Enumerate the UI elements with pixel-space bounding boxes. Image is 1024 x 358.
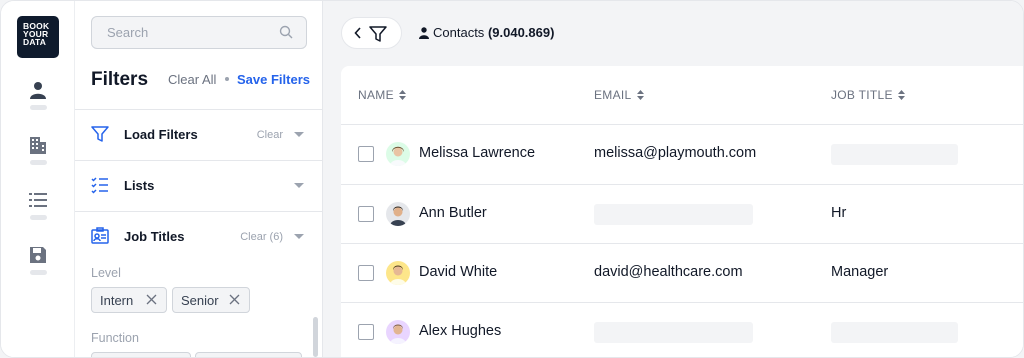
- sort-icon[interactable]: [398, 90, 406, 100]
- search-box: [91, 16, 307, 49]
- funnel-icon: [91, 126, 109, 142]
- search-icon[interactable]: [279, 25, 293, 39]
- filters-title: Filters: [91, 69, 149, 90]
- rail-label-placeholder: [30, 105, 47, 110]
- contact-job-title: Hr: [831, 205, 847, 221]
- person-icon: [419, 27, 429, 39]
- email-placeholder: [594, 322, 753, 343]
- rail-label-placeholder: [30, 215, 47, 220]
- section-clear-button[interactable]: Clear: [257, 129, 283, 141]
- chip-intern[interactable]: Intern: [91, 287, 167, 313]
- funnel-icon: [369, 26, 387, 42]
- app-frame: BOOK YOUR DATA Search Filters Clear All …: [0, 0, 1024, 358]
- scrollbar[interactable]: [313, 317, 318, 357]
- column-header-name[interactable]: NAME: [358, 88, 406, 102]
- avatar: [386, 202, 410, 226]
- rail-label-placeholder: [30, 160, 47, 165]
- contacts-count: Contacts (9.040.869): [419, 25, 554, 40]
- avatar: [386, 320, 410, 344]
- chip[interactable]: [195, 352, 302, 357]
- list-icon: [26, 189, 50, 211]
- table-row[interactable]: David White david@healthcare.com Manager: [341, 243, 1023, 302]
- close-icon[interactable]: [229, 294, 240, 305]
- contacts-main: Contacts (9.040.869) NAME EMAIL JOB TITL…: [323, 1, 1023, 357]
- logo-line: DATA: [23, 37, 47, 47]
- column-label: NAME: [358, 88, 394, 102]
- save-filters-link[interactable]: Save Filters: [237, 72, 310, 87]
- section-label: Load Filters: [124, 127, 198, 142]
- contact-name: David White: [419, 264, 498, 280]
- column-label: EMAIL: [594, 88, 632, 102]
- table-row[interactable]: Ann Butler Hr: [341, 184, 1023, 243]
- column-header-email[interactable]: EMAIL: [594, 88, 644, 102]
- email-placeholder: [594, 204, 753, 225]
- section-job-titles[interactable]: Job Titles Clear (6): [75, 211, 323, 262]
- rail-item-lists[interactable]: [26, 189, 50, 229]
- contact-email: melissa@playmouth.com: [594, 145, 757, 161]
- chip-senior[interactable]: Senior: [172, 287, 250, 313]
- sort-icon[interactable]: [897, 90, 905, 100]
- section-label: Lists: [124, 178, 155, 193]
- contacts-label: Contacts: [433, 25, 485, 40]
- section-load-filters[interactable]: Load Filters Clear: [75, 109, 323, 160]
- save-icon: [26, 244, 50, 266]
- contact-name: Ann Butler: [419, 205, 487, 221]
- chevron-down-icon[interactable]: [294, 234, 304, 239]
- search-input[interactable]: [92, 17, 272, 48]
- column-label: JOB TITLE: [831, 88, 893, 102]
- building-icon: [26, 134, 50, 156]
- id-card-icon: [91, 227, 109, 244]
- row-checkbox[interactable]: [358, 324, 374, 340]
- avatar: [386, 142, 410, 166]
- section-label: Job Titles: [124, 229, 185, 244]
- person-icon: [26, 79, 50, 101]
- row-checkbox[interactable]: [358, 146, 374, 162]
- column-header-job-title[interactable]: JOB TITLE: [831, 88, 905, 102]
- chip[interactable]: [91, 352, 191, 357]
- rail-item-contacts[interactable]: [26, 79, 50, 119]
- separator-dot: [225, 77, 229, 81]
- contact-name: Alex Hughes: [419, 323, 502, 339]
- contact-email: david@healthcare.com: [594, 264, 743, 280]
- section-clear-button[interactable]: Clear (6): [240, 231, 283, 243]
- chevron-left-icon: [354, 27, 361, 39]
- job-title-placeholder: [831, 322, 958, 343]
- contact-job-title: Manager: [831, 264, 889, 280]
- icon-rail: BOOK YOUR DATA: [1, 1, 75, 357]
- contacts-total: (9.040.869): [487, 25, 555, 40]
- table-row[interactable]: Alex Hughes: [341, 302, 1023, 357]
- section-lists[interactable]: Lists: [75, 160, 323, 211]
- chip-label: Senior: [181, 293, 219, 308]
- avatar: [386, 261, 410, 285]
- checklist-icon: [91, 177, 108, 194]
- row-checkbox[interactable]: [358, 206, 374, 222]
- clear-all-link[interactable]: Clear All: [168, 72, 216, 87]
- rail-item-companies[interactable]: [26, 134, 50, 174]
- rail-label-placeholder: [30, 270, 47, 275]
- table-row[interactable]: Melissa Lawrence melissa@playmouth.com: [341, 125, 1023, 184]
- contact-name: Melissa Lawrence: [419, 145, 536, 161]
- row-checkbox[interactable]: [358, 265, 374, 281]
- rail-item-saved[interactable]: [26, 244, 50, 284]
- chevron-down-icon[interactable]: [294, 132, 304, 137]
- book-your-data-logo[interactable]: BOOK YOUR DATA: [17, 16, 59, 58]
- sort-icon[interactable]: [636, 90, 644, 100]
- toggle-filters-button[interactable]: [341, 17, 402, 49]
- contacts-table: NAME EMAIL JOB TITLE Melissa Lawrence me…: [341, 66, 1023, 357]
- filters-panel: Filters Clear All Save Filters Load Filt…: [75, 1, 323, 357]
- job-title-placeholder: [831, 144, 958, 165]
- chevron-down-icon[interactable]: [294, 183, 304, 188]
- chip-label: Intern: [100, 293, 134, 308]
- function-label: Function: [91, 331, 139, 345]
- level-label: Level: [91, 266, 121, 280]
- close-icon[interactable]: [146, 294, 157, 305]
